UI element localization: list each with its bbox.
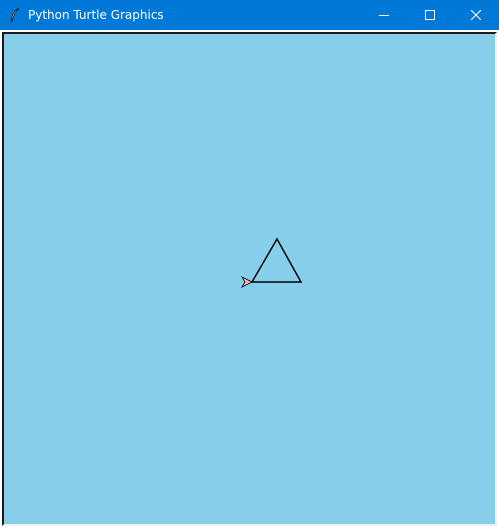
close-button[interactable] <box>453 0 499 30</box>
drawing-surface <box>240 237 303 288</box>
window-controls <box>361 0 499 30</box>
turtle-cursor-icon <box>240 276 253 288</box>
turtle-canvas[interactable] <box>2 32 497 526</box>
maximize-button[interactable] <box>407 0 453 30</box>
turtle-window: Python Turtle Graphics <box>0 0 499 529</box>
maximize-icon <box>425 10 435 20</box>
title-bar[interactable]: Python Turtle Graphics <box>0 0 499 30</box>
feather-icon <box>8 7 22 23</box>
window-title: Python Turtle Graphics <box>28 8 164 22</box>
drawn-triangle <box>250 237 303 283</box>
close-icon <box>471 10 481 20</box>
minimize-button[interactable] <box>361 0 407 30</box>
minimize-icon <box>379 15 389 16</box>
